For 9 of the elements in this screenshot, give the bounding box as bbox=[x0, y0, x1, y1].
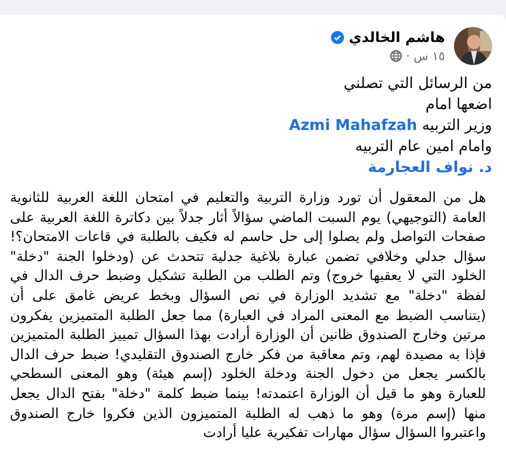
author-name[interactable]: هاشم الخالدي bbox=[348, 30, 445, 46]
post-time[interactable]: ١٥ س · bbox=[406, 48, 445, 62]
post-text: من الرسائل التي تصلني bbox=[342, 73, 492, 93]
post-text: اضعها امام bbox=[424, 94, 492, 114]
profile-link[interactable]: د. نواف العجارمة bbox=[368, 158, 492, 176]
post-paragraph: هل من المعقول أن تورد وزارة التربية والتعليم في امتحان اللغة العربية للثانوية العامة (التوجيهي) يوم السبت الماضي سؤالاً أثار جدلاً بين دكاترة اللغة العربية على صفحات التواصل ولم يصلوا إلى حل حاسم له فكيف بالطلبة في قاعات الامتحان؟! سؤال جدلي وخلافي تضمن عبارة بلاغية جدلية تتحدث عن (ودخلوا الجنة "دخلة" الخلود التي لا يعقبها خروج) وتم الطلب من الطلبة تشكيل وضبط حرف الدال في لفظة "دخلة" مع تشديد الوزارة في نص السؤال وبخط عريض غامق على أن (يتناسب الضبط مع المعنى المراد في العبارة) مما جعل الطلبة المتميزين يفكرون مرتين وخارج الصندوق ظانين أن الوزارة أرادت بهذا السؤال تمييز الطلبة المتميزين فإذا به مصيدة لهم، وتم معاقبة من فكر خارج الصندوق التقليدي! ضبط حرف الدال بالكسر يجعل من دخول الجنة ودخلة الخلود (إسم هيئة) وهو المعنى السطحي للعبارة وهو ما قيل أن الوزارة اعتمدته! بينما ضبط كلمة "دخلة" بفتح الدال يجعل منها (إسم مرة) وهو ما ذهب له الطلبة المتميزون الذين فكروا خارج الصندوق واعتبروا السؤال سؤال مهارات تفكيرية عليا أرادت bbox=[10, 189, 487, 444]
profile-link[interactable]: Azmi Mahafzah bbox=[288, 116, 418, 134]
post-text: وامام امين عام التربيه bbox=[354, 136, 492, 156]
post-text: وزير التربيه bbox=[422, 116, 492, 134]
